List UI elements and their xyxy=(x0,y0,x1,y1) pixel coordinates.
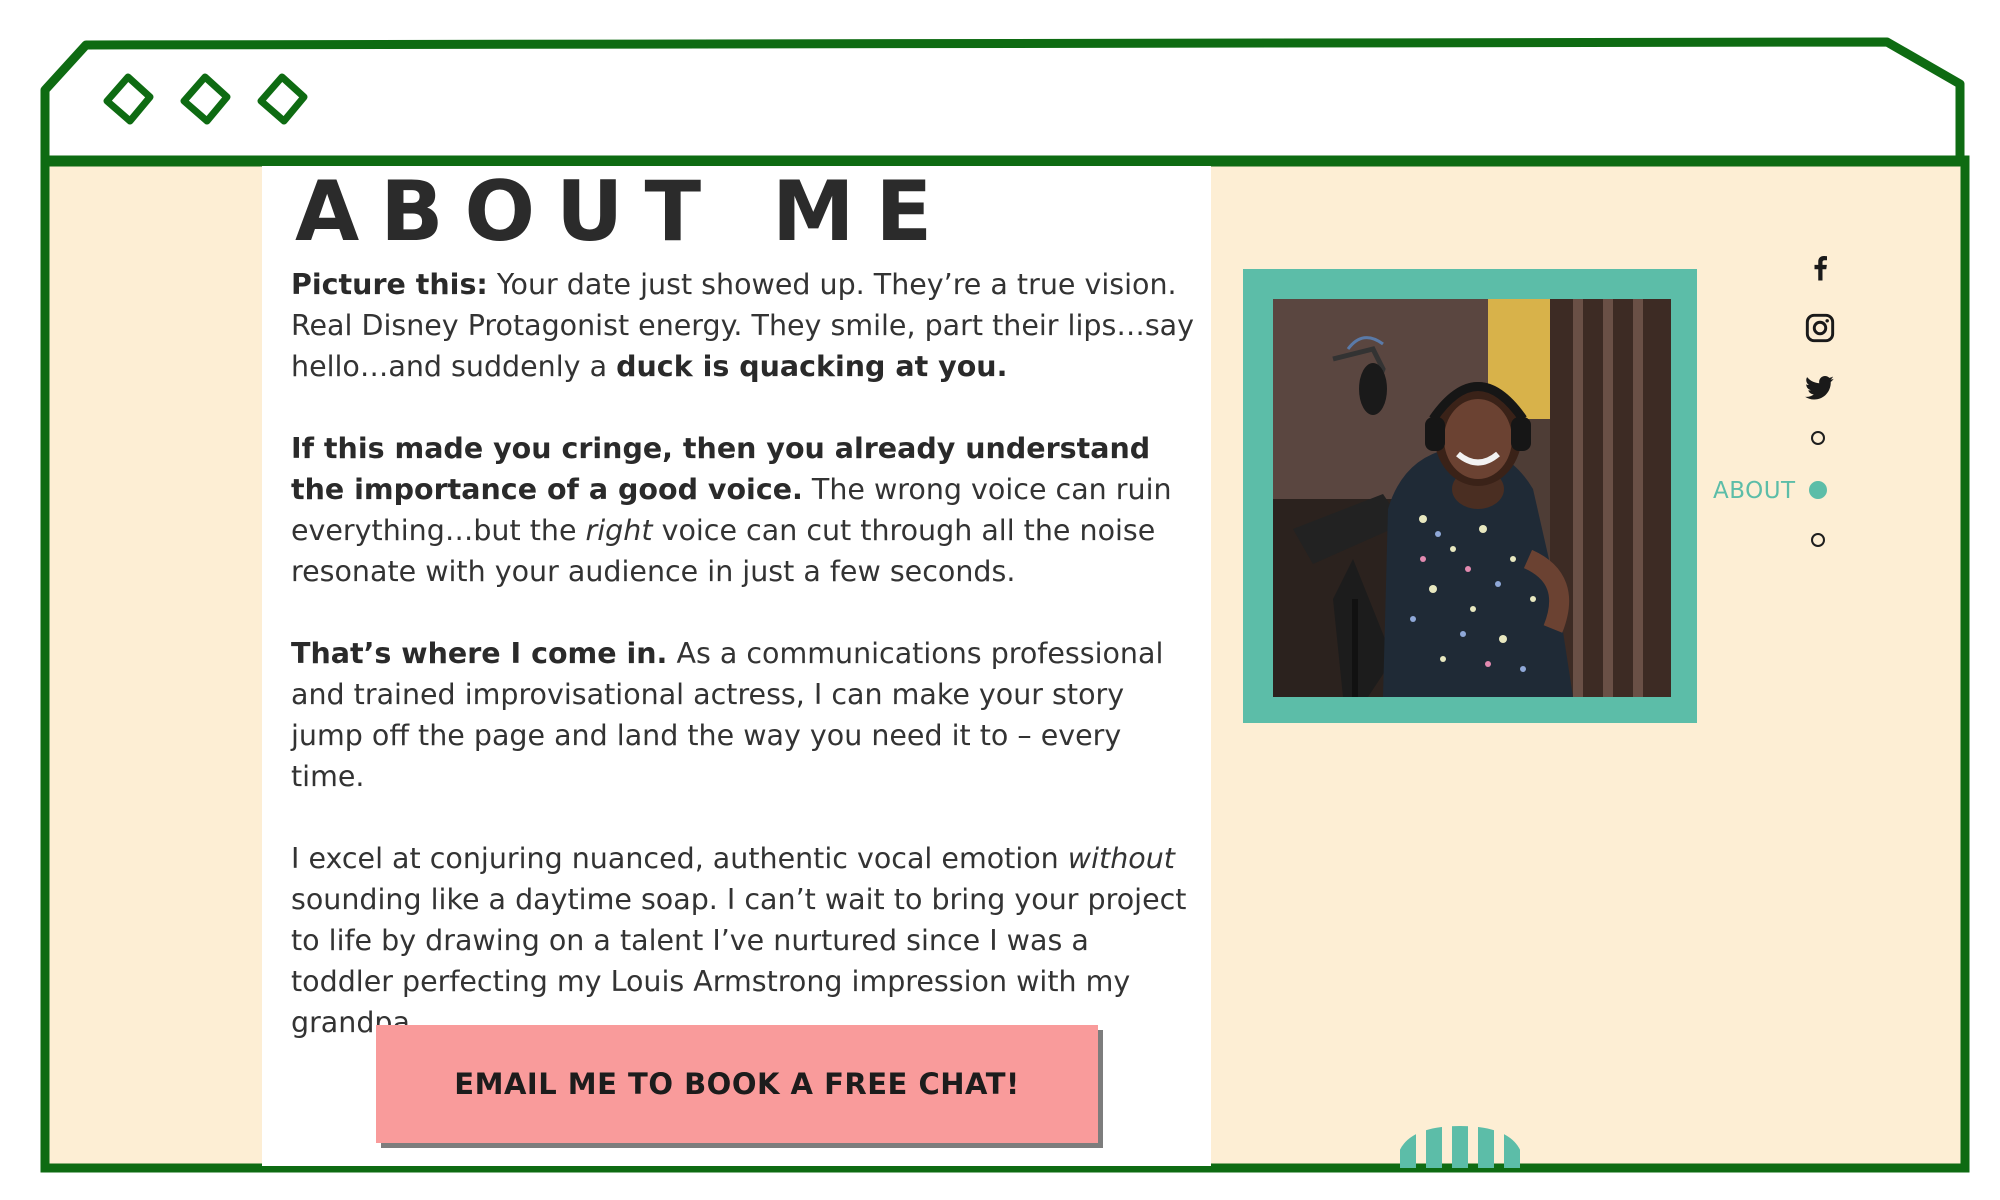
about-body: Picture this: Your date just showed up. … xyxy=(291,264,1196,1084)
diamond-control-icon[interactable] xyxy=(179,73,231,125)
excel-text-2: sounding like a daytime soap. I can’t wa… xyxy=(291,883,1187,1039)
excel-italic: without xyxy=(1067,842,1175,875)
nav-dot-3[interactable] xyxy=(1811,533,1825,547)
nav-dot-about-active[interactable] xyxy=(1809,481,1827,499)
paragraph-intro: Picture this: Your date just showed up. … xyxy=(291,264,1196,387)
paragraph-excel: I excel at conjuring nuanced, authentic … xyxy=(291,838,1196,1043)
voice-italic: right xyxy=(585,514,653,547)
intro-bold-end: duck is quacking at you. xyxy=(616,350,1008,383)
email-cta-button[interactable]: EMAIL ME TO BOOK A FREE CHAT! xyxy=(376,1025,1098,1143)
come-in-lead: That’s where I come in. xyxy=(291,637,668,670)
diamond-control-icon[interactable] xyxy=(256,73,308,125)
twitter-icon[interactable] xyxy=(1790,366,1850,410)
nav-label-about[interactable]: ABOUT xyxy=(1713,478,1796,504)
instagram-icon[interactable] xyxy=(1790,306,1850,350)
profile-photo xyxy=(1273,299,1671,697)
paragraph-voice: If this made you cringe, then you alread… xyxy=(291,428,1196,592)
paragraph-come-in: That’s where I come in. As a communicati… xyxy=(291,633,1196,797)
diamond-control-icon[interactable] xyxy=(102,73,154,125)
excel-text-1: I excel at conjuring nuanced, authentic … xyxy=(291,842,1068,875)
intro-lead: Picture this: xyxy=(291,268,488,301)
facebook-icon[interactable] xyxy=(1790,246,1850,290)
nav-dot-1[interactable] xyxy=(1811,431,1825,445)
decorative-stripes xyxy=(1400,1126,1520,1168)
page-title: ABOUT ME xyxy=(295,163,954,260)
